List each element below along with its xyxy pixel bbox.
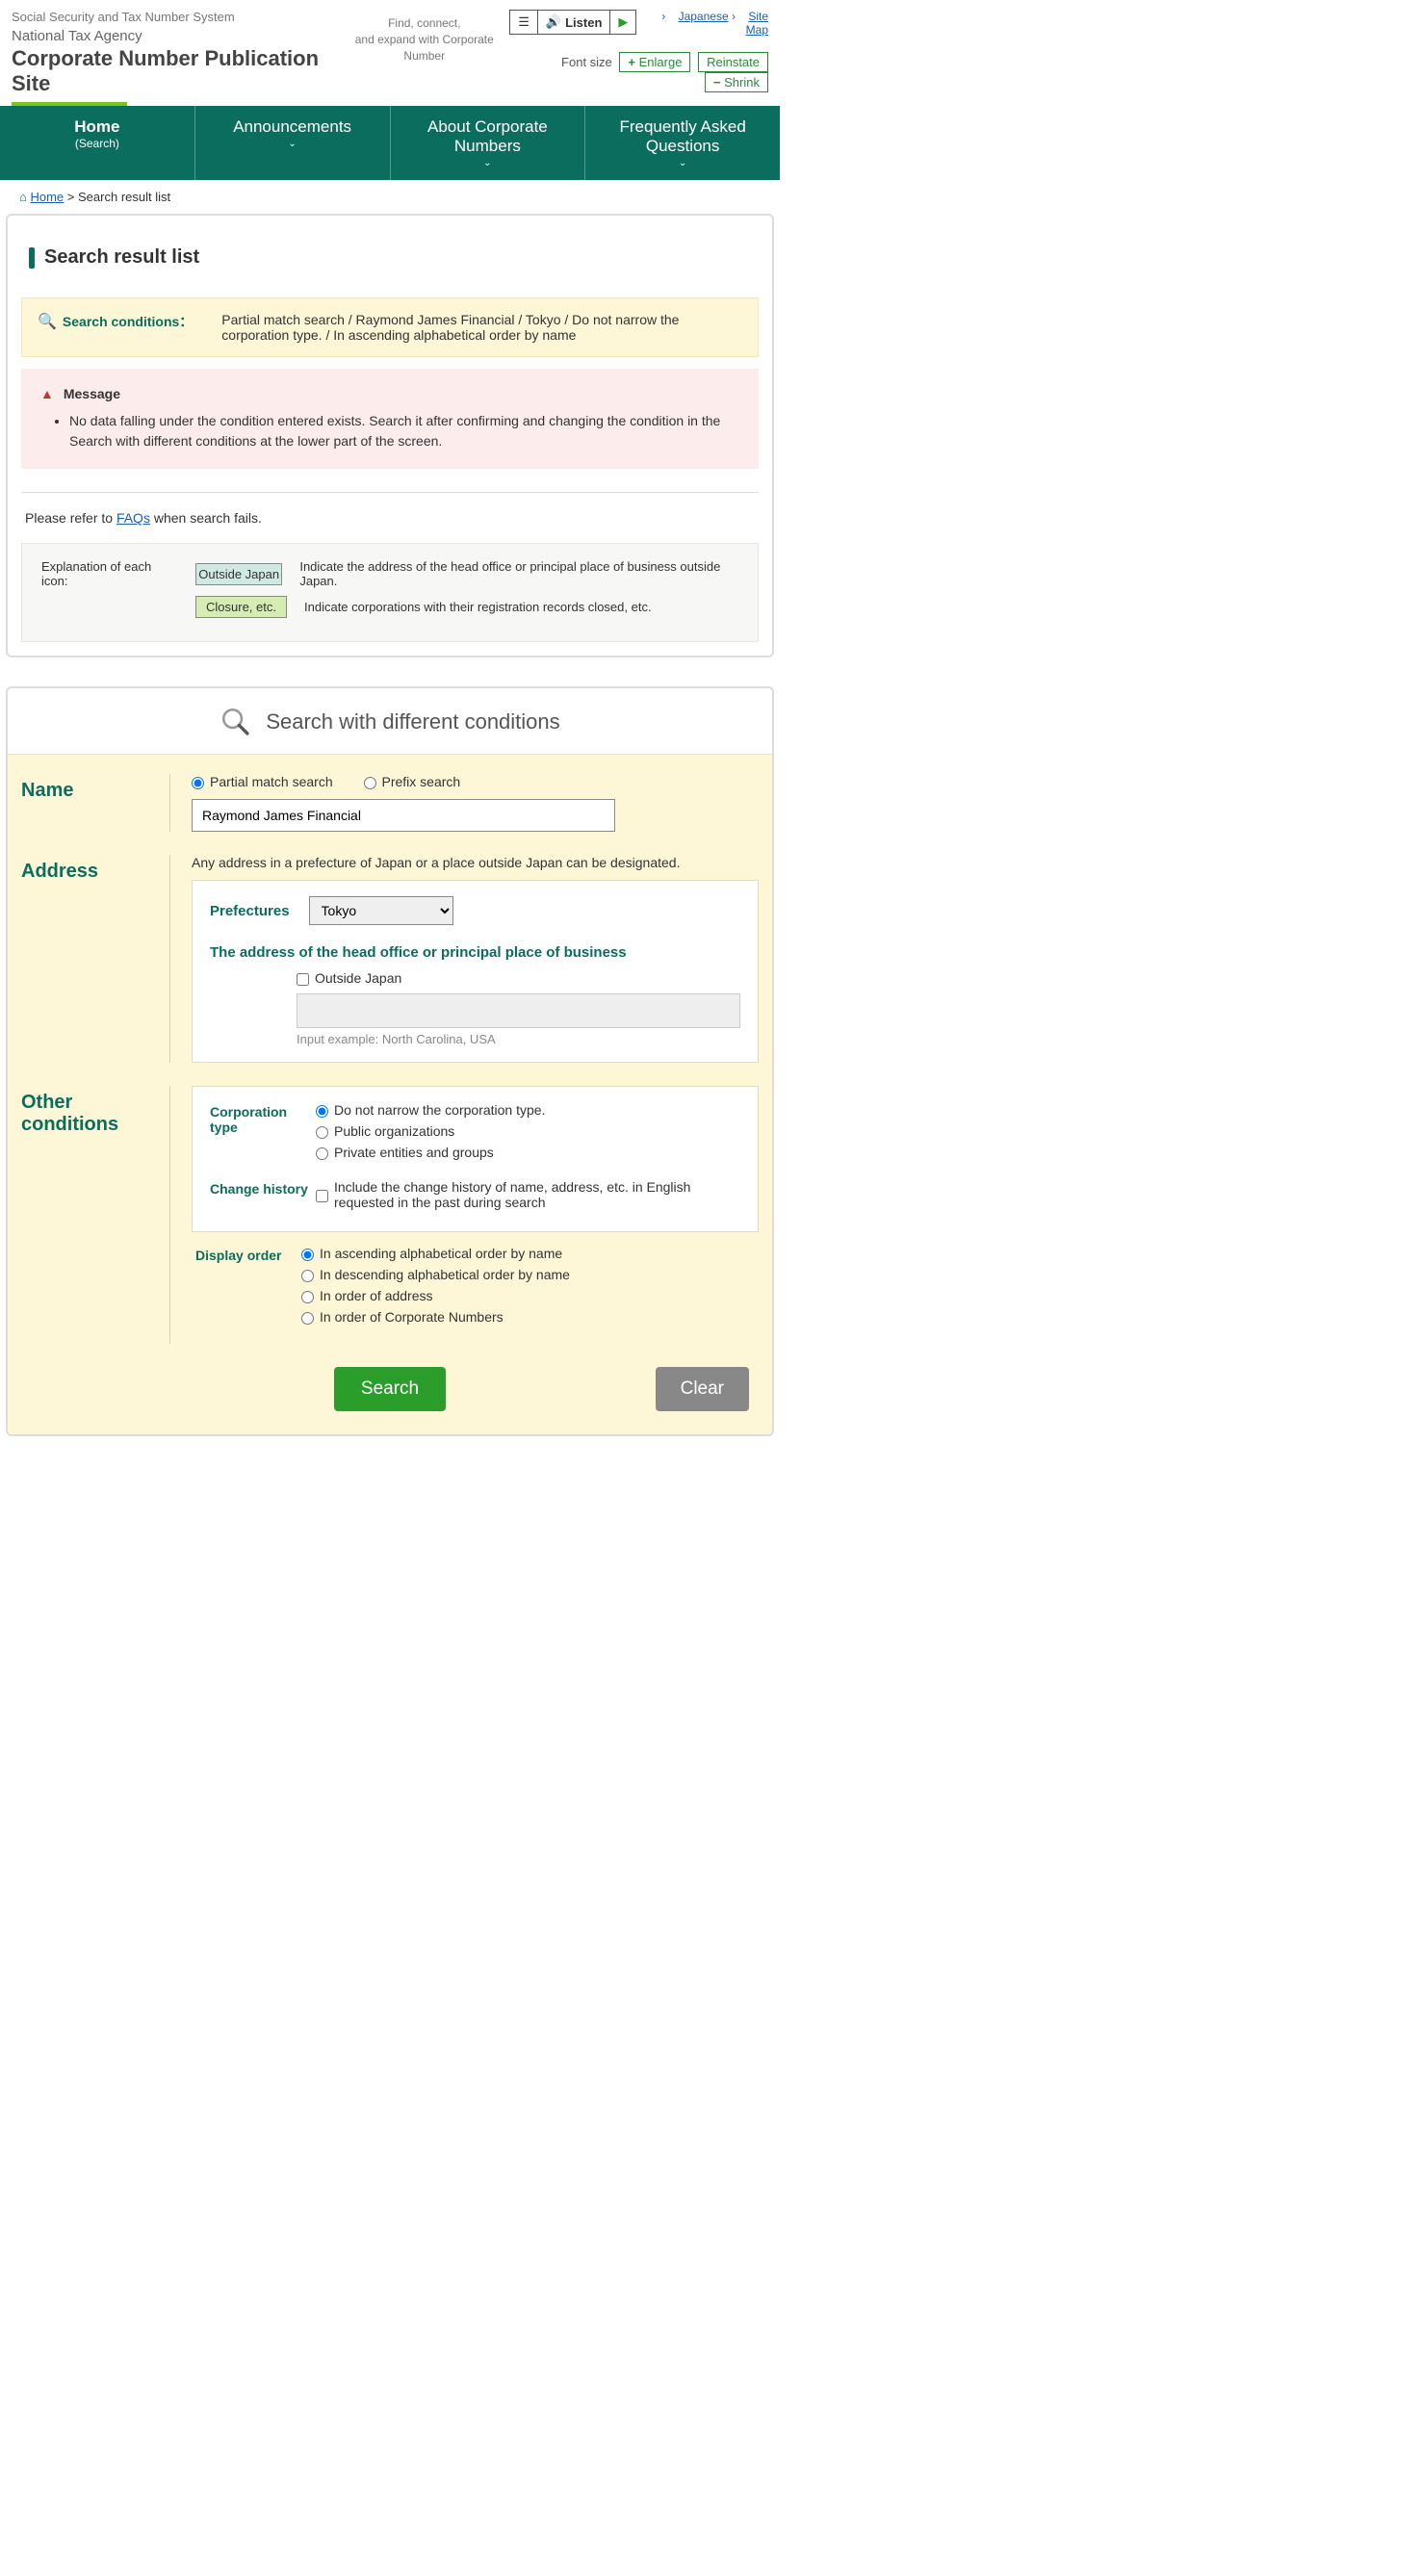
link-japanese[interactable]: Japanese [679, 10, 729, 23]
search-conditions-text: Partial match search / Raymond James Fin… [221, 312, 742, 343]
chevron-down-icon: ⌄ [201, 139, 384, 149]
radio-partial-match[interactable]: Partial match search [192, 774, 333, 789]
search-form-title: Search with different conditions [266, 709, 559, 734]
search-conditions-box: 🔍 Search conditions： Partial match searc… [21, 297, 759, 357]
change-history-label: Change history [210, 1179, 316, 1216]
radio-prefix-search[interactable]: Prefix search [364, 774, 461, 789]
refer-text: Please refer to FAQs when search fails. [21, 510, 759, 526]
other-conditions-label: Other conditions [21, 1086, 170, 1344]
tag-closure-desc: Indicate corporations with their registr… [304, 600, 652, 614]
name-input[interactable] [192, 799, 615, 832]
link-sitemap[interactable]: Site Map [746, 10, 768, 37]
nav-about[interactable]: About Corporate Numbers ⌄ [390, 106, 585, 180]
message-box: ▲ Message No data falling under the cond… [21, 369, 759, 469]
name-label: Name [21, 774, 170, 832]
radio-order-asc[interactable]: In ascending alphabetical order by name [301, 1246, 759, 1261]
message-text: No data falling under the condition ente… [69, 411, 739, 451]
radio-order-address[interactable]: In order of address [301, 1288, 759, 1303]
outside-japan-checkbox[interactable]: Outside Japan [297, 970, 401, 986]
head-office-label: The address of the head office or princi… [210, 944, 740, 961]
play-button[interactable]: ▶ [610, 11, 635, 34]
nav-announcements[interactable]: Announcements ⌄ [194, 106, 390, 180]
breadcrumb-home[interactable]: Home [30, 190, 64, 204]
results-panel: Search result list 🔍 Search conditions： … [6, 214, 774, 657]
page-title: Search result list [21, 229, 759, 297]
corp-type-label: Corporation type [210, 1102, 316, 1166]
radio-corp-public[interactable]: Public organizations [316, 1123, 740, 1139]
chevron-down-icon: ⌄ [397, 158, 580, 168]
search-button[interactable]: Search [334, 1367, 446, 1411]
prefectures-label: Prefectures [210, 903, 290, 919]
faqs-link[interactable]: FAQs [116, 510, 150, 526]
main-nav: Home (Search) Announcements ⌄ About Corp… [0, 106, 780, 180]
radio-corp-not-narrow[interactable]: Do not narrow the corporation type. [316, 1102, 740, 1118]
chevron-down-icon: ⌄ [591, 158, 774, 168]
change-history-checkbox[interactable]: Include the change history of name, addr… [316, 1179, 740, 1210]
radio-corp-private[interactable]: Private entities and groups [316, 1145, 740, 1160]
address-label: Address [21, 855, 170, 1063]
search-form-panel: Search with different conditions Name Pa… [6, 686, 774, 1436]
top-links: › Japanese › Site Map [646, 10, 768, 37]
home-icon: ⌂ [19, 190, 27, 204]
clear-button[interactable]: Clear [656, 1367, 749, 1411]
listen-button[interactable]: 🔊 Listen [538, 11, 610, 34]
site-title: Corporate Number Publication Site [12, 46, 339, 96]
magnifier-icon [220, 706, 252, 738]
address-note: Any address in a prefecture of Japan or … [192, 855, 759, 870]
system-label: Social Security and Tax Number System [12, 10, 339, 24]
shrink-button[interactable]: − Shrink [705, 72, 768, 92]
tag-outside-japan: Outside Japan [195, 563, 282, 585]
menu-icon[interactable]: ☰ [510, 11, 538, 34]
input-example: Input example: North Carolina, USA [297, 1032, 740, 1046]
icon-explanation: Explanation of each icon: Outside Japan … [21, 543, 759, 642]
radio-order-desc[interactable]: In descending alphabetical order by name [301, 1267, 759, 1282]
nav-faq[interactable]: Frequently Asked Questions ⌄ [584, 106, 780, 180]
nav-home[interactable]: Home (Search) [0, 106, 194, 180]
listen-toolbar: ☰ 🔊 Listen ▶ [509, 10, 636, 35]
breadcrumb: ⌂ Home > Search result list [0, 180, 780, 214]
tag-outside-desc: Indicate the address of the head office … [299, 559, 738, 588]
tag-closure: Closure, etc. [195, 596, 287, 618]
enlarge-button[interactable]: + Enlarge [619, 52, 690, 72]
reinstate-button[interactable]: Reinstate [698, 52, 768, 72]
agency-name: National Tax Agency [12, 28, 339, 44]
tagline: Find, connect, and expand with Corporate… [339, 10, 509, 64]
radio-order-corpnum[interactable]: In order of Corporate Numbers [301, 1309, 759, 1325]
search-icon: 🔍 [38, 312, 57, 331]
fontsize-controls: Font size + Enlarge Reinstate − Shrink [509, 52, 768, 92]
breadcrumb-current: Search result list [78, 190, 170, 204]
warning-icon: ▲ [40, 386, 54, 401]
prefectures-select[interactable]: Tokyo [309, 896, 453, 925]
outside-address-input [297, 993, 740, 1028]
display-order-label: Display order [195, 1246, 301, 1330]
divider [21, 492, 759, 493]
speaker-icon: 🔊 [546, 14, 561, 30]
